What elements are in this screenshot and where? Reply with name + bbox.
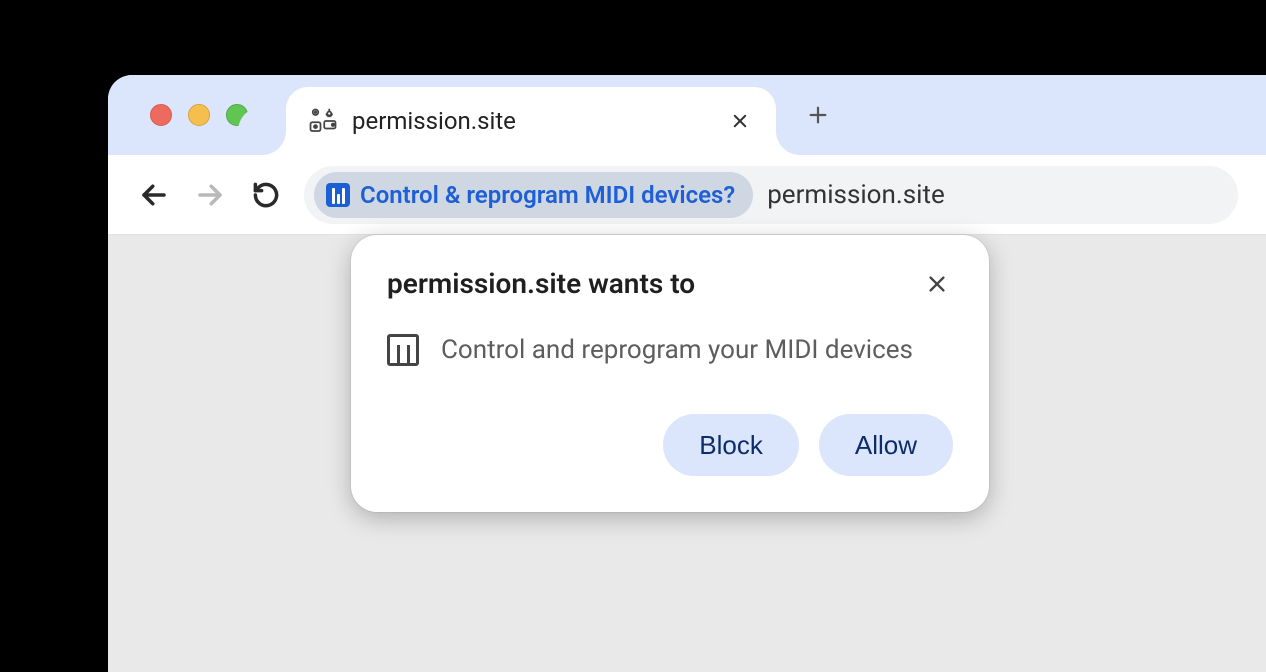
- permission-status-icon: [308, 106, 338, 136]
- permission-chip-text: Control & reprogram MIDI devices?: [360, 181, 735, 209]
- tab-title: permission.site: [352, 107, 712, 135]
- tab-curve: [776, 131, 800, 155]
- permission-description: Control and reprogram your MIDI devices: [441, 335, 913, 365]
- forward-button[interactable]: [192, 177, 228, 213]
- allow-button[interactable]: Allow: [819, 414, 953, 476]
- dialog-close-button[interactable]: [921, 268, 953, 300]
- permission-prompt: permission.site wants to Control and rep…: [351, 235, 989, 512]
- midi-icon: [326, 183, 350, 207]
- block-button[interactable]: Block: [663, 414, 799, 476]
- midi-icon: [387, 334, 419, 366]
- window-controls: [150, 104, 248, 126]
- tab-curve: [262, 131, 286, 155]
- dialog-title: permission.site wants to: [387, 267, 695, 300]
- dialog-header: permission.site wants to: [387, 267, 953, 300]
- window-minimize-button[interactable]: [188, 104, 210, 126]
- tab-strip: permission.site: [108, 75, 1266, 155]
- address-bar[interactable]: Control & reprogram MIDI devices? permis…: [304, 166, 1238, 224]
- tab-close-button[interactable]: [726, 107, 754, 135]
- url-text: permission.site: [767, 180, 945, 210]
- new-tab-button[interactable]: [800, 97, 836, 133]
- active-tab[interactable]: permission.site: [286, 87, 776, 155]
- back-button[interactable]: [136, 177, 172, 213]
- window-close-button[interactable]: [150, 104, 172, 126]
- browser-window: permission.site Control & reprogram MIDI…: [108, 75, 1266, 672]
- permission-row: Control and reprogram your MIDI devices: [387, 334, 953, 366]
- reload-button[interactable]: [248, 177, 284, 213]
- dialog-actions: Block Allow: [387, 414, 953, 476]
- toolbar: Control & reprogram MIDI devices? permis…: [108, 155, 1266, 235]
- permission-chip[interactable]: Control & reprogram MIDI devices?: [314, 172, 753, 218]
